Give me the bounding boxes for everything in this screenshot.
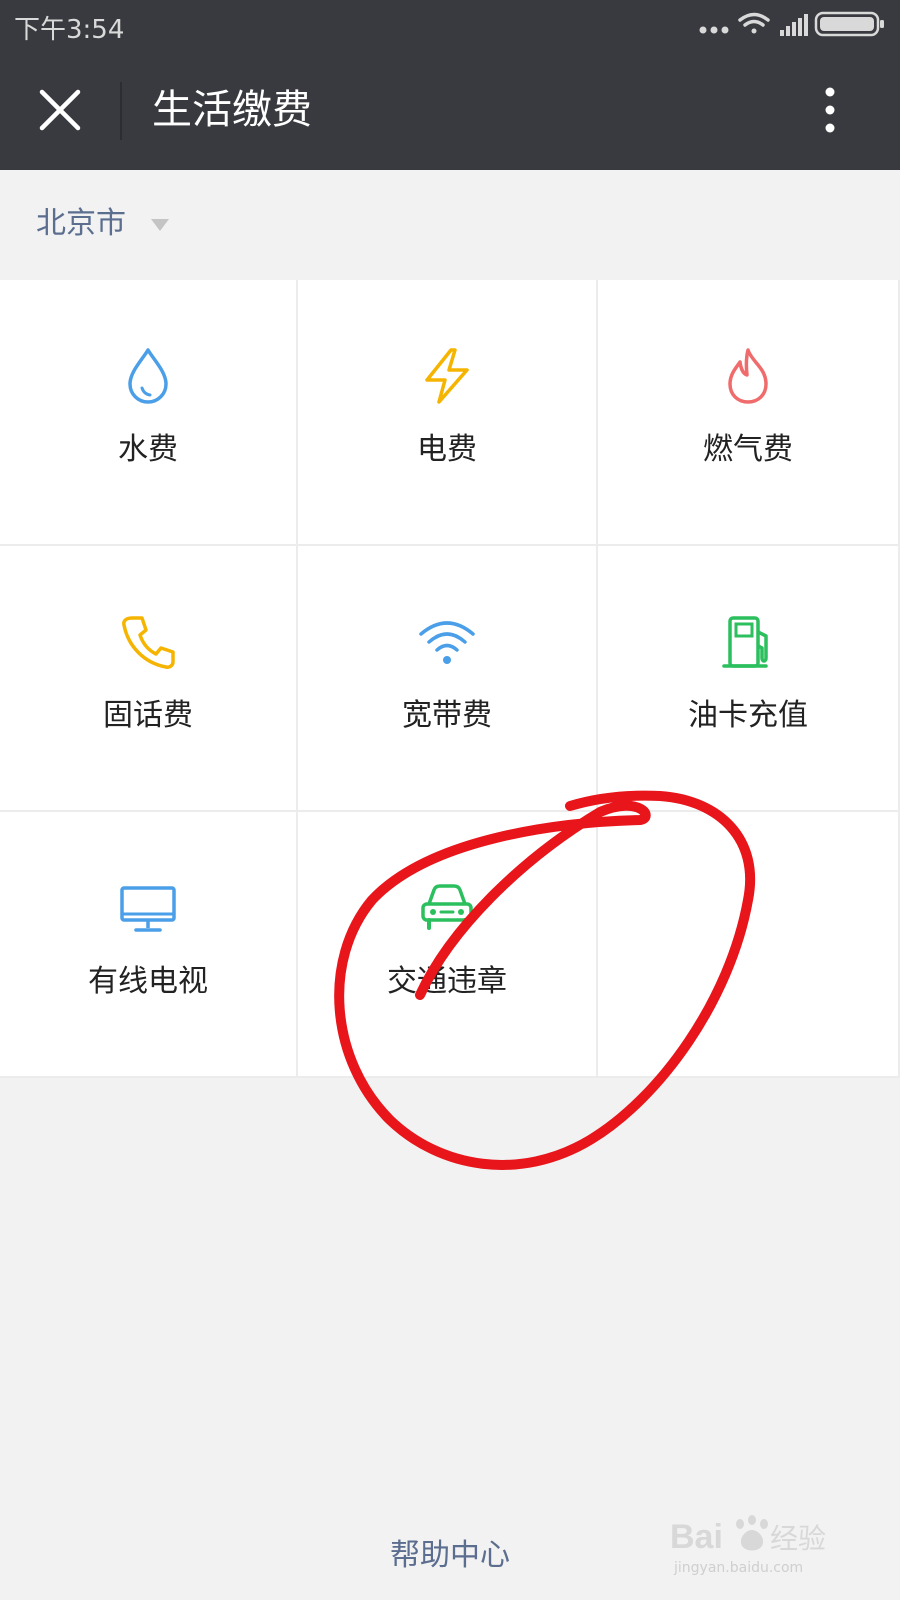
water-drop-icon (128, 348, 168, 404)
service-label: 燃气费 (703, 432, 793, 467)
flame-icon (728, 348, 768, 404)
lightning-icon (425, 348, 469, 404)
service-electricity[interactable]: 电费 (298, 280, 598, 546)
status-bar: 下午3:54 (0, 0, 900, 52)
city-selector-row: 北京市 (0, 170, 900, 280)
service-label: 固话费 (103, 698, 193, 733)
title-divider (120, 82, 122, 140)
phone-icon (122, 616, 175, 669)
title-bar: 生活缴费 (0, 52, 900, 170)
more-dots-icon (699, 26, 729, 34)
service-grid: 水费 电费 燃气费 固话费 宽带费 油卡充值 有线电视 交通违章 (0, 280, 900, 1078)
svg-text:经验: 经验 (770, 1522, 826, 1555)
status-time: 下午3:54 (14, 15, 125, 45)
service-gas[interactable]: 燃气费 (598, 280, 900, 546)
car-icon (421, 884, 473, 930)
service-landline[interactable]: 固话费 (0, 546, 298, 812)
fuel-pump-icon (722, 616, 768, 668)
service-traffic-violation[interactable]: 交通违章 (298, 812, 598, 1078)
service-water[interactable]: 水费 (0, 280, 298, 546)
service-cable-tv[interactable]: 有线电视 (0, 812, 298, 1078)
service-label: 电费 (417, 432, 477, 467)
baidu-paw-logo: Bai 经验 (670, 1515, 826, 1556)
more-vertical-icon[interactable] (818, 82, 842, 138)
wifi-icon (419, 621, 475, 664)
baidu-watermark: Bai 经验 jingyan.baidu.com (670, 1510, 840, 1580)
svg-text:Bai: Bai (670, 1518, 723, 1556)
city-selector[interactable]: 北京市 (36, 202, 170, 246)
service-broadband[interactable]: 宽带费 (298, 546, 598, 812)
tv-monitor-icon (120, 886, 176, 932)
service-fuel-card[interactable]: 油卡充值 (598, 546, 900, 812)
empty-cell (598, 812, 900, 1078)
battery-icon (814, 11, 884, 37)
service-label: 有线电视 (88, 964, 208, 999)
close-icon[interactable] (34, 84, 86, 136)
watermark-url: jingyan.baidu.com (674, 1560, 804, 1576)
service-label: 油卡充值 (688, 698, 808, 733)
status-icons (699, 11, 884, 37)
dropdown-triangle-icon (150, 218, 169, 231)
app-screen: 下午3:54 生活缴费 北京市 水费 电费 燃气费 固话费 宽带费 油卡充值 有… (0, 0, 900, 1600)
page-title: 生活缴费 (152, 87, 312, 133)
service-label: 交通违章 (387, 964, 507, 999)
wifi-signal-icon (738, 12, 770, 34)
cellular-signal-icon (780, 14, 808, 36)
service-label: 水费 (118, 432, 178, 467)
service-label: 宽带费 (402, 698, 492, 733)
city-name: 北京市 (36, 206, 126, 241)
